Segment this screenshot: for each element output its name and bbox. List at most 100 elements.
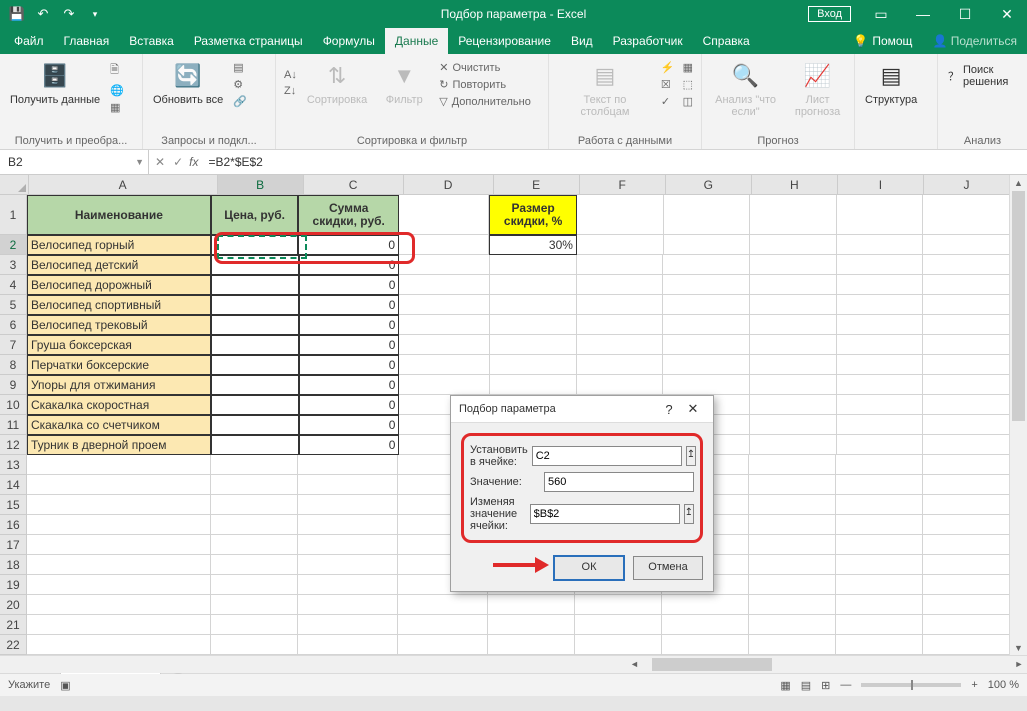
- cell[interactable]: [577, 235, 664, 255]
- cell[interactable]: [663, 375, 750, 395]
- cell[interactable]: Груша боксерская: [27, 335, 211, 355]
- cell[interactable]: 0: [299, 295, 400, 315]
- cell[interactable]: [837, 275, 924, 295]
- col-header[interactable]: G: [666, 175, 752, 195]
- cell[interactable]: [836, 575, 923, 595]
- cell[interactable]: [399, 255, 489, 275]
- cell[interactable]: [749, 575, 836, 595]
- cell[interactable]: [750, 395, 837, 415]
- cell[interactable]: [663, 335, 750, 355]
- cell[interactable]: [27, 555, 211, 575]
- cell[interactable]: [577, 255, 664, 275]
- horizontal-scrollbar[interactable]: ◄ ►: [0, 655, 1027, 673]
- cell[interactable]: [577, 195, 664, 235]
- scroll-down-icon[interactable]: ▼: [1010, 640, 1027, 656]
- cell[interactable]: Цена, руб.: [211, 195, 299, 235]
- view-normal-icon[interactable]: ▦: [780, 679, 790, 692]
- cell[interactable]: [663, 255, 750, 275]
- solver-button[interactable]: ？ Поиск решения: [944, 58, 1021, 94]
- cell[interactable]: Велосипед горный: [27, 235, 211, 255]
- cell[interactable]: [211, 295, 299, 315]
- col-header[interactable]: E: [494, 175, 580, 195]
- cell[interactable]: [490, 275, 577, 295]
- tell-me[interactable]: 💡Помощ: [843, 28, 922, 54]
- row-header[interactable]: 13: [0, 455, 27, 475]
- cell[interactable]: [488, 635, 575, 655]
- cell[interactable]: [750, 195, 837, 235]
- tab-data[interactable]: Данные: [385, 28, 448, 54]
- cell[interactable]: [923, 495, 1010, 515]
- zoom-slider[interactable]: [861, 683, 961, 687]
- cell[interactable]: [836, 615, 923, 635]
- row-header[interactable]: 17: [0, 535, 27, 555]
- select-all-corner[interactable]: [0, 175, 29, 195]
- cell[interactable]: [750, 295, 837, 315]
- col-header[interactable]: D: [404, 175, 494, 195]
- cell[interactable]: [399, 375, 489, 395]
- cell[interactable]: [577, 335, 664, 355]
- col-header[interactable]: C: [304, 175, 404, 195]
- cancel-formula-icon[interactable]: ✕: [155, 155, 165, 169]
- minimize-icon[interactable]: —: [903, 0, 943, 28]
- row-header[interactable]: 9: [0, 375, 27, 395]
- share-button[interactable]: 👤 Поделиться: [922, 28, 1027, 54]
- cell[interactable]: [27, 495, 211, 515]
- cell[interactable]: [298, 515, 398, 535]
- chevron-down-icon[interactable]: ▼: [135, 157, 144, 167]
- cell[interactable]: Перчатки боксерские: [27, 355, 211, 375]
- cell[interactable]: Велосипед трековый: [27, 315, 211, 335]
- cell[interactable]: [27, 535, 211, 555]
- cell[interactable]: [577, 355, 664, 375]
- cell[interactable]: [211, 315, 299, 335]
- cell[interactable]: [750, 415, 837, 435]
- cell[interactable]: 0: [299, 395, 400, 415]
- cell[interactable]: [27, 455, 211, 475]
- cell[interactable]: [750, 335, 837, 355]
- tab-insert[interactable]: Вставка: [119, 28, 184, 54]
- cell[interactable]: [399, 315, 489, 335]
- cell[interactable]: [399, 335, 489, 355]
- cell[interactable]: [490, 295, 577, 315]
- signin-button[interactable]: Вход: [808, 6, 851, 22]
- cell[interactable]: 0: [299, 335, 400, 355]
- cell[interactable]: [836, 455, 923, 475]
- cell[interactable]: [662, 595, 749, 615]
- row-header[interactable]: 11: [0, 415, 27, 435]
- cell[interactable]: [837, 315, 924, 335]
- cell[interactable]: [749, 455, 836, 475]
- cell[interactable]: 0: [299, 255, 400, 275]
- redo-icon[interactable]: ↷: [58, 3, 80, 25]
- cell[interactable]: [298, 495, 398, 515]
- cell[interactable]: [837, 255, 924, 275]
- cell[interactable]: [663, 295, 750, 315]
- cell[interactable]: [575, 615, 662, 635]
- cell[interactable]: [488, 595, 575, 615]
- cell[interactable]: [836, 515, 923, 535]
- cell[interactable]: [298, 535, 398, 555]
- tab-file[interactable]: Файл: [4, 28, 54, 54]
- refresh-all-button[interactable]: 🔄Обновить все: [149, 58, 227, 108]
- confirm-formula-icon[interactable]: ✓: [173, 155, 183, 169]
- ok-button[interactable]: ОК: [553, 555, 625, 581]
- cell[interactable]: [662, 635, 749, 655]
- cell[interactable]: [664, 195, 751, 235]
- cell[interactable]: [837, 235, 924, 255]
- cell[interactable]: [211, 515, 298, 535]
- cell[interactable]: [399, 295, 489, 315]
- cell[interactable]: [923, 195, 1010, 235]
- row-header[interactable]: 16: [0, 515, 27, 535]
- col-header[interactable]: J: [924, 175, 1010, 195]
- edit-links-icon[interactable]: 🔗: [231, 94, 249, 109]
- cell[interactable]: [837, 395, 924, 415]
- to-value-input[interactable]: [544, 472, 694, 492]
- cell[interactable]: [662, 615, 749, 635]
- col-header[interactable]: F: [580, 175, 666, 195]
- cell[interactable]: [750, 275, 837, 295]
- cell[interactable]: Велосипед детский: [27, 255, 211, 275]
- cell[interactable]: [749, 475, 836, 495]
- from-text-icon[interactable]: 🗎: [108, 60, 126, 81]
- cell[interactable]: [664, 235, 751, 255]
- cell[interactable]: [749, 515, 836, 535]
- vertical-scrollbar[interactable]: ▲ ▼: [1009, 175, 1027, 656]
- cell[interactable]: 0: [299, 415, 400, 435]
